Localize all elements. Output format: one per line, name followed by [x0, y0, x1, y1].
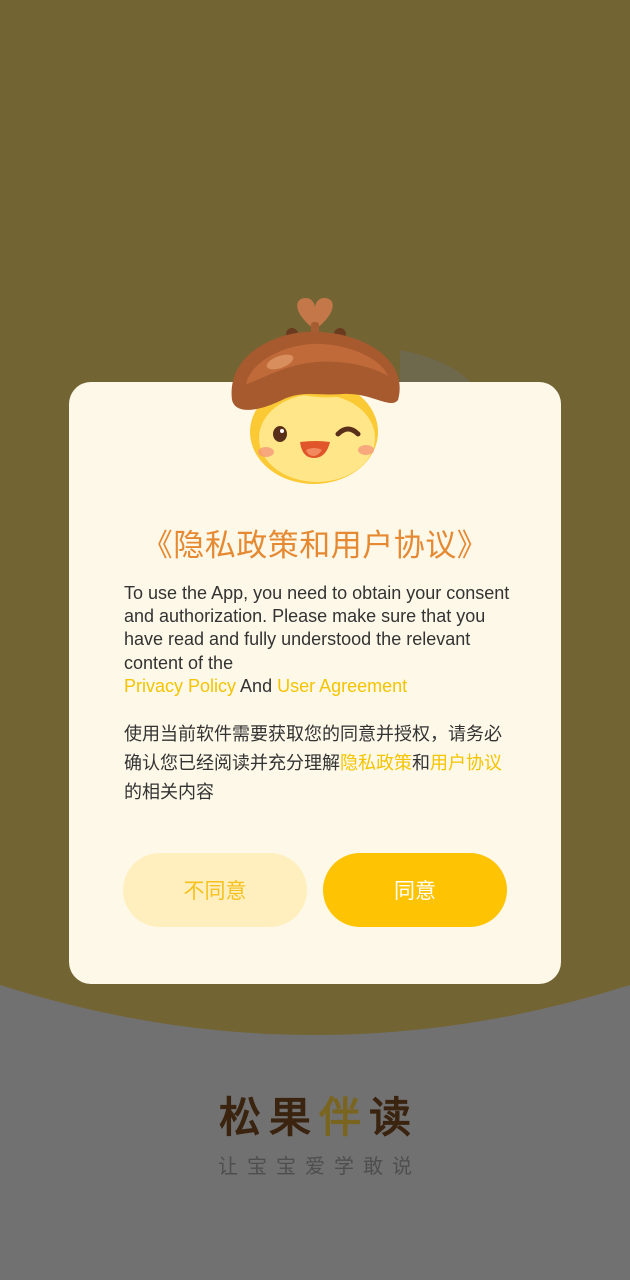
logo-char-3: 伴 [318, 1093, 361, 1140]
dialog-title: 《隐私政策和用户协议》 [141, 528, 489, 564]
user-agreement-link-zh[interactable]: 用户协议 [430, 753, 502, 774]
chinese-consent-tail: 的相关内容 [124, 782, 214, 803]
logo-char-4: 读 [369, 1093, 411, 1140]
chinese-consent-text: 使用当前软件需要获取您的同意并授权，请务必确认您已经阅读并充分理解隐私政策和用户… [124, 720, 504, 807]
brand-slogan: 让宝宝爱学敢说 [218, 1154, 421, 1178]
agree-button[interactable]: 同意 [323, 853, 507, 927]
logo-char-2: 果 [269, 1093, 311, 1140]
user-agreement-link[interactable]: User Agreement [277, 676, 407, 696]
privacy-policy-link[interactable]: Privacy Policy [124, 676, 236, 696]
chinese-and-text: 和 [412, 753, 430, 774]
english-consent-text: To use the App, you need to obtain your … [124, 582, 514, 698]
brand-logo: 松 果 伴 读 [219, 1093, 411, 1140]
disagree-button[interactable]: 不同意 [123, 853, 307, 927]
acorn-mascot-icon [231, 298, 400, 484]
privacy-policy-link-zh[interactable]: 隐私政策 [340, 753, 412, 774]
english-consent-body: To use the App, you need to obtain your … [124, 583, 510, 673]
logo-char-1: 松 [219, 1093, 261, 1140]
english-and-text: And [240, 675, 273, 696]
